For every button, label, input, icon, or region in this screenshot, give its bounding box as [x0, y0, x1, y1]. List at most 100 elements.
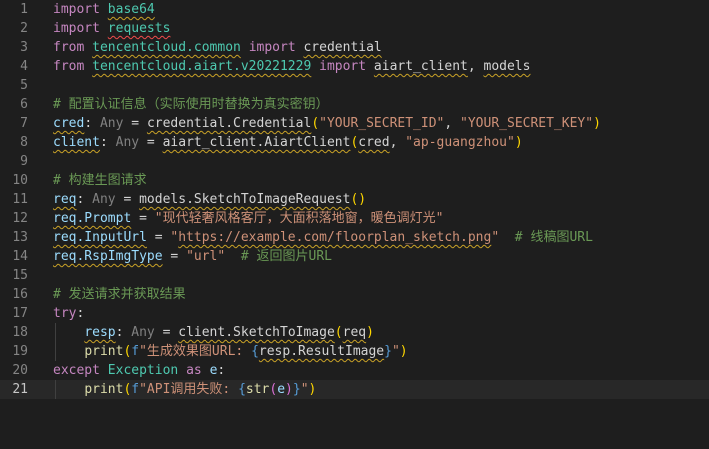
code-token: print — [84, 344, 124, 359]
code-token: } — [292, 382, 301, 397]
code-token: resp — [84, 325, 116, 340]
code-token: as — [186, 363, 202, 378]
code-token: ) — [308, 382, 317, 397]
code-token: # 线稿图URL — [514, 230, 593, 245]
code-token: tencentcloud.common — [92, 40, 241, 55]
code-line[interactable]: 10 # 构建生图请求 — [0, 171, 709, 190]
code-text: import base64 — [53, 0, 155, 19]
code-token: # 返回图片URL — [240, 249, 332, 264]
code-token: import — [248, 40, 296, 55]
code-text: # 配置认证信息（实际使用时替换为真实密钥） — [53, 95, 329, 114]
code-token: , — [444, 116, 461, 131]
line-number: 20 — [12, 363, 28, 378]
code-token: f — [131, 382, 140, 397]
code-line[interactable]: 7 cred: Any = credential.Credential("YOUR… — [0, 114, 709, 133]
code-line[interactable]: 12 req.Prompt = "现代轻奢风格客厅，大面积落地窗，暖色调灯光" — [0, 209, 709, 228]
code-token: , — [467, 59, 484, 74]
code-line[interactable]: 11 req: Any = models.SketchToImageRequest… — [0, 190, 709, 209]
code-token: print — [84, 382, 124, 397]
line-number: 11 — [12, 192, 28, 207]
code-token: req — [342, 325, 367, 340]
code-text: print(f"API调用失败: {str(e)}") — [53, 380, 316, 399]
code-token: aiart_client — [373, 59, 468, 74]
code-line[interactable]: 5 — [0, 76, 709, 95]
line-number: 14 — [12, 249, 28, 264]
code-token: : — [76, 192, 93, 207]
code-line[interactable]: 19 print(f"生成效果图URL: {resp.ResultImage}"… — [0, 342, 709, 361]
code-token: = — [131, 211, 155, 226]
line-number: 5 — [20, 78, 28, 93]
code-line[interactable]: 18 resp: Any = client.SketchToImage(req) — [0, 323, 709, 342]
code-token: # 发送请求并获取结果 — [53, 287, 186, 302]
code-line[interactable]: 13 req.InputUrl = "https://example.com/fl… — [0, 228, 709, 247]
code-text: req: Any = models.SketchToImageRequest() — [53, 190, 366, 209]
code-token: tencentcloud.aiart.v20221229 — [92, 59, 312, 74]
code-line[interactable]: 20 except Exception as e: — [0, 361, 709, 380]
line-number: 18 — [12, 325, 28, 340]
code-token: } — [384, 344, 392, 359]
code-token: { — [251, 344, 259, 359]
code-token: credential — [303, 40, 382, 55]
code-line[interactable]: 17 try: — [0, 304, 709, 323]
line-number: 2 — [20, 21, 28, 36]
line-number: 1 — [20, 2, 28, 17]
code-token: import — [53, 2, 100, 17]
code-token: : — [115, 325, 132, 340]
code-line[interactable]: 6 # 配置认证信息（实际使用时替换为真实密钥） — [0, 95, 709, 114]
code-token: models — [483, 59, 531, 74]
code-text: req.RspImgType = "url" # 返回图片URL — [53, 247, 332, 266]
line-number: 6 — [20, 97, 28, 112]
code-line[interactable]: 16 # 发送请求并获取结果 — [0, 285, 709, 304]
code-text: try: — [53, 304, 84, 323]
code-line[interactable]: 2 import requests — [0, 19, 709, 38]
code-token: "YOUR_SECRET_ID" — [319, 116, 445, 131]
code-token: = — [123, 116, 147, 131]
code-token: " — [300, 382, 309, 397]
code-token: = — [139, 135, 163, 150]
code-token: Any — [99, 116, 124, 131]
line-number: 17 — [12, 306, 28, 321]
code-token: req.RspImgType — [53, 249, 163, 264]
code-token: ( — [334, 325, 343, 340]
code-line[interactable]: 4 from tencentcloud.aiart.v20221229 impor… — [0, 57, 709, 76]
code-line[interactable]: 15 — [0, 266, 709, 285]
code-line[interactable]: 8 client: Any = aiart_client.AiartClient(… — [0, 133, 709, 152]
code-token: "生成效果图URL: — [139, 344, 252, 359]
code-token: requests — [107, 21, 171, 36]
code-token: Exception — [107, 363, 179, 378]
code-token: Any — [131, 325, 155, 340]
code-line[interactable]: 14 req.RspImgType = "url" # 返回图片URL — [0, 247, 709, 266]
code-token: : — [76, 306, 85, 321]
code-line[interactable]: 1 import base64 — [0, 0, 709, 19]
code-line[interactable]: 21 print(f"API调用失败: {str(e)}") — [0, 380, 709, 399]
code-token: f — [131, 344, 140, 359]
code-line[interactable]: 9 — [0, 152, 709, 171]
code-token: import — [319, 59, 367, 74]
line-number: 8 — [20, 135, 28, 150]
code-token: : — [99, 135, 116, 150]
code-token: req — [53, 192, 77, 207]
code-editor[interactable]: 1 import base64 2 import requests 3 from tenc… — [0, 0, 709, 449]
code-text: # 发送请求并获取结果 — [53, 285, 186, 304]
code-token: req.Prompt — [53, 211, 132, 226]
code-token: e — [277, 382, 286, 397]
code-text: # 构建生图请求 — [53, 171, 147, 190]
code-text: from tencentcloud.common import credenti… — [53, 38, 382, 57]
code-text: import requests — [53, 19, 170, 38]
code-token: () — [350, 192, 367, 207]
code-line[interactable]: 3 from tencentcloud.common import credent… — [0, 38, 709, 57]
code-token: Any — [92, 192, 116, 207]
line-number: 10 — [12, 173, 28, 188]
code-token: "ap-guangzhou" — [405, 135, 515, 150]
code-token: "url" — [186, 249, 226, 264]
code-token: base64 — [107, 2, 155, 17]
